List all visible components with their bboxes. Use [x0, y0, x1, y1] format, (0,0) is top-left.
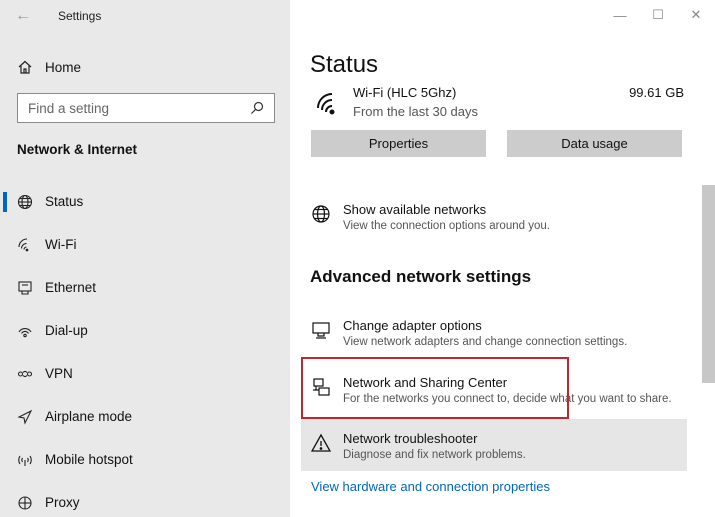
sidebar-item-label: Ethernet: [45, 280, 97, 295]
app-title: Settings: [58, 9, 102, 23]
show-networks-item[interactable]: Show available networks View the connect…: [310, 201, 686, 234]
page-title: Status: [310, 51, 379, 78]
back-arrow-icon: ←: [15, 7, 31, 24]
close-icon: ✕: [690, 7, 702, 22]
dialup-icon: [17, 323, 33, 339]
setting-description: View network adapters and change connect…: [343, 336, 628, 348]
back-button[interactable]: ←: [0, 0, 46, 32]
minimize-button[interactable]: —: [601, 0, 639, 30]
wifi-signal-icon: [317, 93, 335, 115]
connection-actions: Properties Data usage: [311, 130, 682, 157]
sidebar-nav: Status Wi-Fi Ethernet Dial-up VPN Airpla…: [0, 180, 290, 517]
search-box[interactable]: [17, 93, 275, 123]
window-controls: — ☐ ✕: [601, 0, 715, 32]
sidebar-item-proxy[interactable]: Proxy: [0, 481, 290, 517]
setting-description: Diagnose and fix network problems.: [343, 449, 526, 461]
sidebar-item-dialup[interactable]: Dial-up: [0, 309, 290, 352]
home-nav-item[interactable]: Home: [17, 56, 81, 78]
sidebar-item-label: VPN: [45, 366, 73, 381]
troubleshooter-item[interactable]: Network troubleshooter Diagnose and fix …: [310, 430, 686, 463]
globe-icon: [17, 194, 33, 210]
connection-subtitle: From the last 30 days: [353, 104, 478, 119]
highlight-annotation: [301, 357, 569, 419]
section-heading: Network & Internet: [17, 142, 138, 157]
sidebar-item-label: Proxy: [45, 495, 80, 510]
sidebar-item-label: Wi-Fi: [45, 237, 77, 252]
connection-status: Wi-Fi (HLC 5Ghz) From the last 30 days 9…: [314, 82, 684, 122]
search-input[interactable]: [28, 100, 250, 116]
minimize-icon: —: [613, 7, 627, 23]
search-icon[interactable]: [250, 101, 264, 115]
sidebar-item-label: Mobile hotspot: [45, 452, 133, 467]
home-icon: [18, 60, 32, 74]
maximize-button[interactable]: ☐: [639, 0, 677, 30]
maximize-icon: ☐: [652, 7, 664, 22]
sidebar-item-vpn[interactable]: VPN: [0, 352, 290, 395]
change-adapter-item[interactable]: Change adapter options View network adap…: [310, 317, 686, 350]
connection-name: Wi-Fi (HLC 5Ghz): [353, 85, 457, 100]
data-usage-button[interactable]: Data usage: [507, 130, 682, 157]
hotspot-icon: [17, 452, 33, 468]
home-label: Home: [45, 59, 82, 75]
sidebar-item-hotspot[interactable]: Mobile hotspot: [0, 438, 290, 481]
wifi-icon: [17, 237, 33, 253]
setting-description: View the connection options around you.: [343, 220, 550, 232]
main-panel: — ☐ ✕ Status Wi-Fi (HLC 5Ghz) From the l…: [290, 0, 715, 517]
warning-icon: [310, 432, 332, 454]
sidebar-item-airplane[interactable]: Airplane mode: [0, 395, 290, 438]
data-usage-value: 99.61 GB: [629, 85, 684, 100]
ethernet-icon: [17, 280, 33, 296]
sidebar-item-status[interactable]: Status: [0, 180, 290, 223]
proxy-icon: [17, 495, 33, 511]
setting-title: Network troubleshooter: [343, 431, 478, 446]
monitor-icon: [310, 319, 332, 341]
globe-icon: [310, 203, 332, 225]
sidebar-item-label: Status: [45, 194, 84, 209]
sidebar-item-label: Airplane mode: [45, 409, 133, 424]
sidebar-item-ethernet[interactable]: Ethernet: [0, 266, 290, 309]
properties-button[interactable]: Properties: [311, 130, 486, 157]
title-bar: ← Settings: [0, 0, 290, 32]
advanced-settings-heading: Advanced network settings: [310, 267, 532, 286]
sidebar-item-label: Dial-up: [45, 323, 88, 338]
airplane-icon: [17, 409, 33, 425]
close-button[interactable]: ✕: [677, 0, 715, 30]
hardware-properties-link[interactable]: View hardware and connection properties: [311, 479, 550, 494]
sidebar-item-wifi[interactable]: Wi-Fi: [0, 223, 290, 266]
scrollbar-thumb[interactable]: [702, 185, 715, 383]
setting-title: Change adapter options: [343, 318, 482, 333]
vpn-icon: [17, 366, 33, 382]
setting-title: Show available networks: [343, 202, 487, 217]
sidebar: ← Settings Home Network & Internet Statu…: [0, 0, 290, 517]
